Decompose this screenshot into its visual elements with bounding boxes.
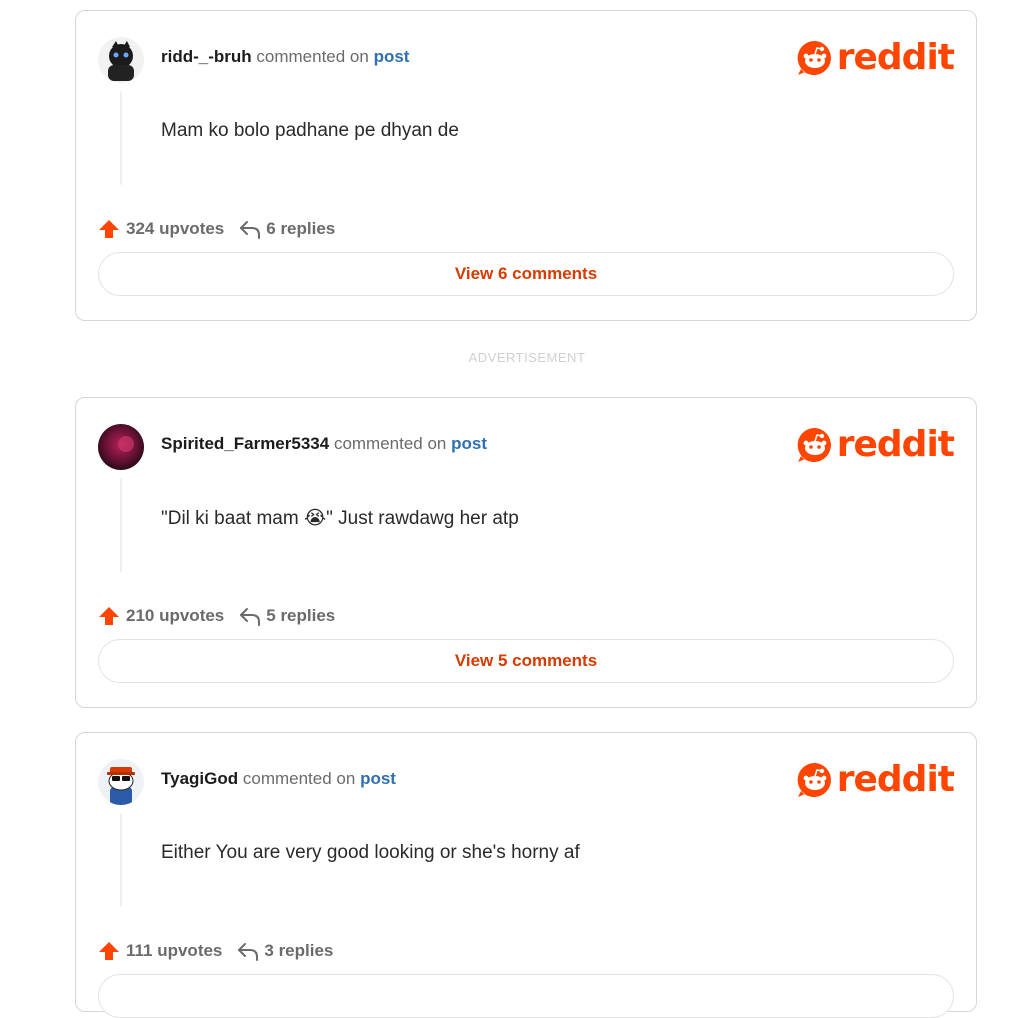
comment-stats: 111 upvotes 3 replies [98, 940, 333, 962]
comment-card: TyagiGod commented on post reddit Either… [75, 732, 977, 1018]
avatar[interactable] [98, 424, 144, 470]
comment-card: ridd-_-bruh commented on post reddit Mam… [75, 10, 977, 321]
upvote-count: 210 upvotes [126, 606, 225, 625]
view-comments-button[interactable]: View 5 comments [98, 639, 954, 683]
comment-body: Mam ko bolo padhane pe dhyan de [161, 120, 459, 141]
reddit-snoo-icon [797, 40, 831, 75]
reddit-wordmark: reddit [836, 759, 955, 800]
upvote-icon[interactable] [98, 218, 120, 240]
upvote-icon[interactable] [98, 605, 120, 627]
commented-on-text: commented on [333, 434, 447, 453]
reply-count: 3 replies [264, 941, 334, 960]
username[interactable]: ridd-_-bruh [161, 47, 252, 66]
reply-icon[interactable] [238, 605, 262, 627]
comment-stats: 324 upvotes 6 replies [98, 218, 335, 240]
view-comments-button[interactable] [98, 974, 954, 1018]
comment-header: Spirited_Farmer5334 commented on post [161, 434, 487, 454]
comment-card: Spirited_Farmer5334 commented on post re… [75, 397, 977, 708]
reply-icon[interactable] [238, 218, 262, 240]
reply-count: 6 replies [266, 219, 336, 238]
red-purple-blur-avatar-icon [98, 424, 144, 470]
thread-line [120, 813, 122, 907]
reddit-snoo-icon [797, 762, 831, 797]
dark-character-avatar-icon [98, 37, 144, 83]
reddit-logo[interactable]: reddit [795, 37, 955, 78]
reddit-logo[interactable]: reddit [795, 759, 955, 800]
reply-icon[interactable] [236, 940, 260, 962]
avatar[interactable] [98, 759, 144, 805]
comment-body: "Dil ki baat mam 😭" Just rawdawg her atp [161, 508, 519, 529]
upvote-icon[interactable] [98, 940, 120, 962]
avatar[interactable] [98, 37, 144, 83]
view-comments-button[interactable]: View 6 comments [98, 252, 954, 296]
comment-header: ridd-_-bruh commented on post [161, 47, 409, 67]
reddit-logo[interactable]: reddit [795, 424, 955, 465]
username[interactable]: TyagiGod [161, 769, 238, 788]
post-link[interactable]: post [374, 47, 410, 66]
upvote-count: 111 upvotes [126, 941, 223, 960]
reddit-wordmark: reddit [836, 424, 955, 465]
upvote-count: 324 upvotes [126, 219, 225, 238]
snoo-avatar-icon [98, 759, 144, 805]
reddit-snoo-icon [797, 427, 831, 462]
username[interactable]: Spirited_Farmer5334 [161, 434, 329, 453]
comment-header: TyagiGod commented on post [161, 769, 396, 789]
reddit-wordmark: reddit [836, 37, 955, 78]
comment-stats: 210 upvotes 5 replies [98, 605, 335, 627]
commented-on-text: commented on [242, 769, 356, 788]
advertisement-label: ADVERTISEMENT [468, 350, 586, 365]
commented-on-text: commented on [256, 47, 369, 66]
reply-count: 5 replies [266, 606, 336, 625]
post-link[interactable]: post [451, 434, 487, 453]
post-link[interactable]: post [360, 769, 396, 788]
thread-line [120, 91, 122, 185]
comment-body: Either You are very good looking or she'… [161, 842, 580, 863]
thread-line [120, 478, 122, 572]
